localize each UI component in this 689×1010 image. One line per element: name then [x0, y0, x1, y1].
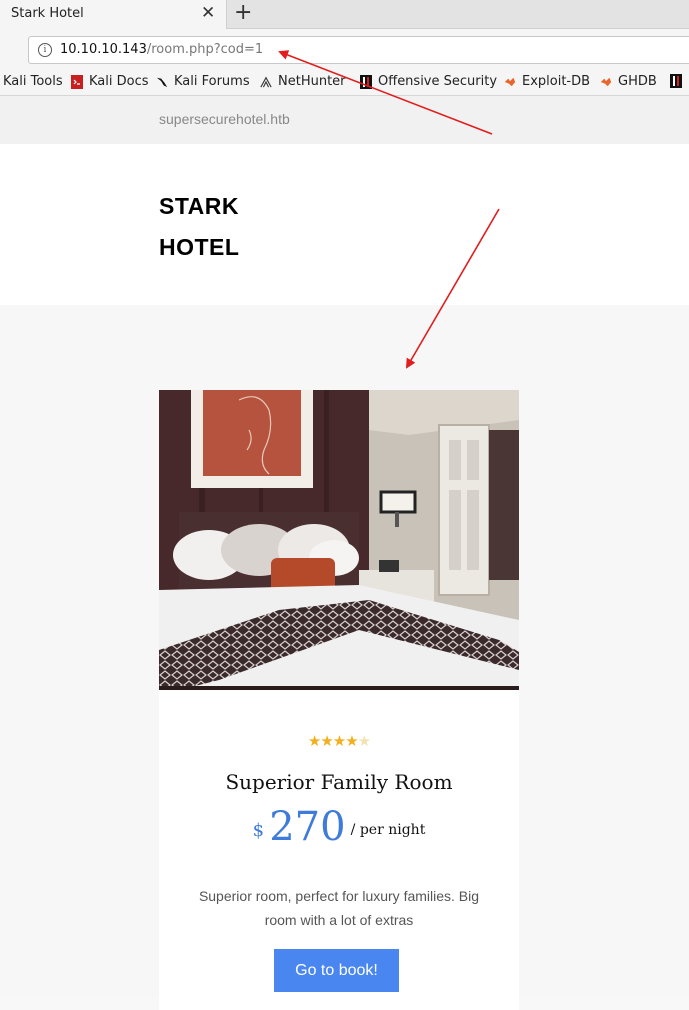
bookmark-label: Kali Docs	[89, 74, 149, 89]
site-header: STARK HOTEL	[0, 144, 689, 305]
room-price: $ 270 / per night	[159, 804, 519, 850]
bookmark-exploit-db[interactable]: Exploit-DB	[504, 74, 590, 89]
room-description: Superior room, perfect for luxury famili…	[198, 888, 480, 928]
price-unit: / per night	[350, 822, 426, 838]
bookmarks-toolbar: Kali Tools Kali Docs Kali Forums NetHunt…	[0, 70, 689, 96]
url-host: 10.10.10.143	[60, 42, 147, 57]
offsec-icon	[360, 74, 372, 89]
tab-stark-hotel[interactable]: Stark Hotel ✕	[0, 0, 227, 29]
kali-dragon-icon	[156, 77, 168, 87]
exploitdb-icon	[504, 77, 516, 86]
brand-line-1: STARK	[159, 193, 240, 219]
url-text[interactable]: 10.10.10.143/room.php?cod=1	[60, 42, 263, 57]
bookmark-nethunter[interactable]: NetHunter	[260, 74, 346, 89]
star-full-icon: ★	[307, 732, 321, 750]
room-card: ★★★★★ Superior Family Room $ 270 / per n…	[159, 390, 519, 1010]
ghdb-icon	[600, 77, 612, 86]
bookmark-kali-docs[interactable]: Kali Docs	[71, 74, 149, 89]
close-icon[interactable]: ✕	[201, 3, 215, 23]
site-logo[interactable]: STARK HOTEL	[159, 186, 239, 268]
site-domain: supersecurehotel.htb	[159, 111, 290, 127]
bookmark-offensive-security[interactable]: Offensive Security	[360, 74, 497, 89]
brand-line-2: HOTEL	[159, 234, 240, 260]
bookmark-kali-tools[interactable]: Kali Tools	[3, 74, 63, 89]
info-icon[interactable]: i	[38, 43, 52, 57]
room-image	[159, 390, 519, 690]
tab-title: Stark Hotel	[11, 6, 84, 21]
bookmark-kali-forums[interactable]: Kali Forums	[156, 74, 250, 89]
bookmark-label: Kali Forums	[174, 74, 250, 89]
star-empty-icon: ★	[357, 732, 371, 750]
bookmark-label: Exploit-DB	[522, 74, 591, 89]
star-full-icon: ★	[345, 732, 358, 750]
price-amount: 270	[269, 804, 346, 850]
url-path: /room.php?cod=1	[146, 42, 264, 57]
bookmark-label: Kali Tools	[3, 74, 63, 89]
offsec-icon	[670, 74, 682, 88]
url-bar[interactable]: i 10.10.10.143/room.php?cod=1	[28, 36, 689, 64]
bookmark-ghdb[interactable]: GHDB	[600, 74, 657, 89]
navigation-bar: i 10.10.10.143/room.php?cod=1	[0, 29, 689, 70]
top-strip: supersecurehotel.htb	[0, 96, 689, 144]
bookmark-label: Offensive Security	[378, 74, 498, 89]
bookmark-label: GHDB	[618, 74, 657, 89]
book-button[interactable]: Go to book!	[274, 949, 399, 992]
kali-docs-icon	[71, 74, 83, 89]
bedroom-photo	[159, 390, 519, 690]
new-tab-icon[interactable]: +	[234, 1, 252, 25]
bookmark-overflow[interactable]	[670, 74, 688, 88]
room-title: Superior Family Room	[225, 770, 453, 794]
star-full-icon: ★	[320, 732, 333, 750]
nethunter-icon	[260, 76, 272, 87]
tab-bar: Stark Hotel ✕ +	[0, 0, 689, 29]
page-content: supersecurehotel.htb STARK HOTEL ★★★★★ S…	[0, 96, 689, 1010]
star-full-icon: ★	[332, 732, 346, 750]
price-currency: $	[252, 820, 265, 841]
bookmark-label: NetHunter	[278, 74, 346, 89]
star-rating: ★★★★★	[159, 732, 519, 750]
